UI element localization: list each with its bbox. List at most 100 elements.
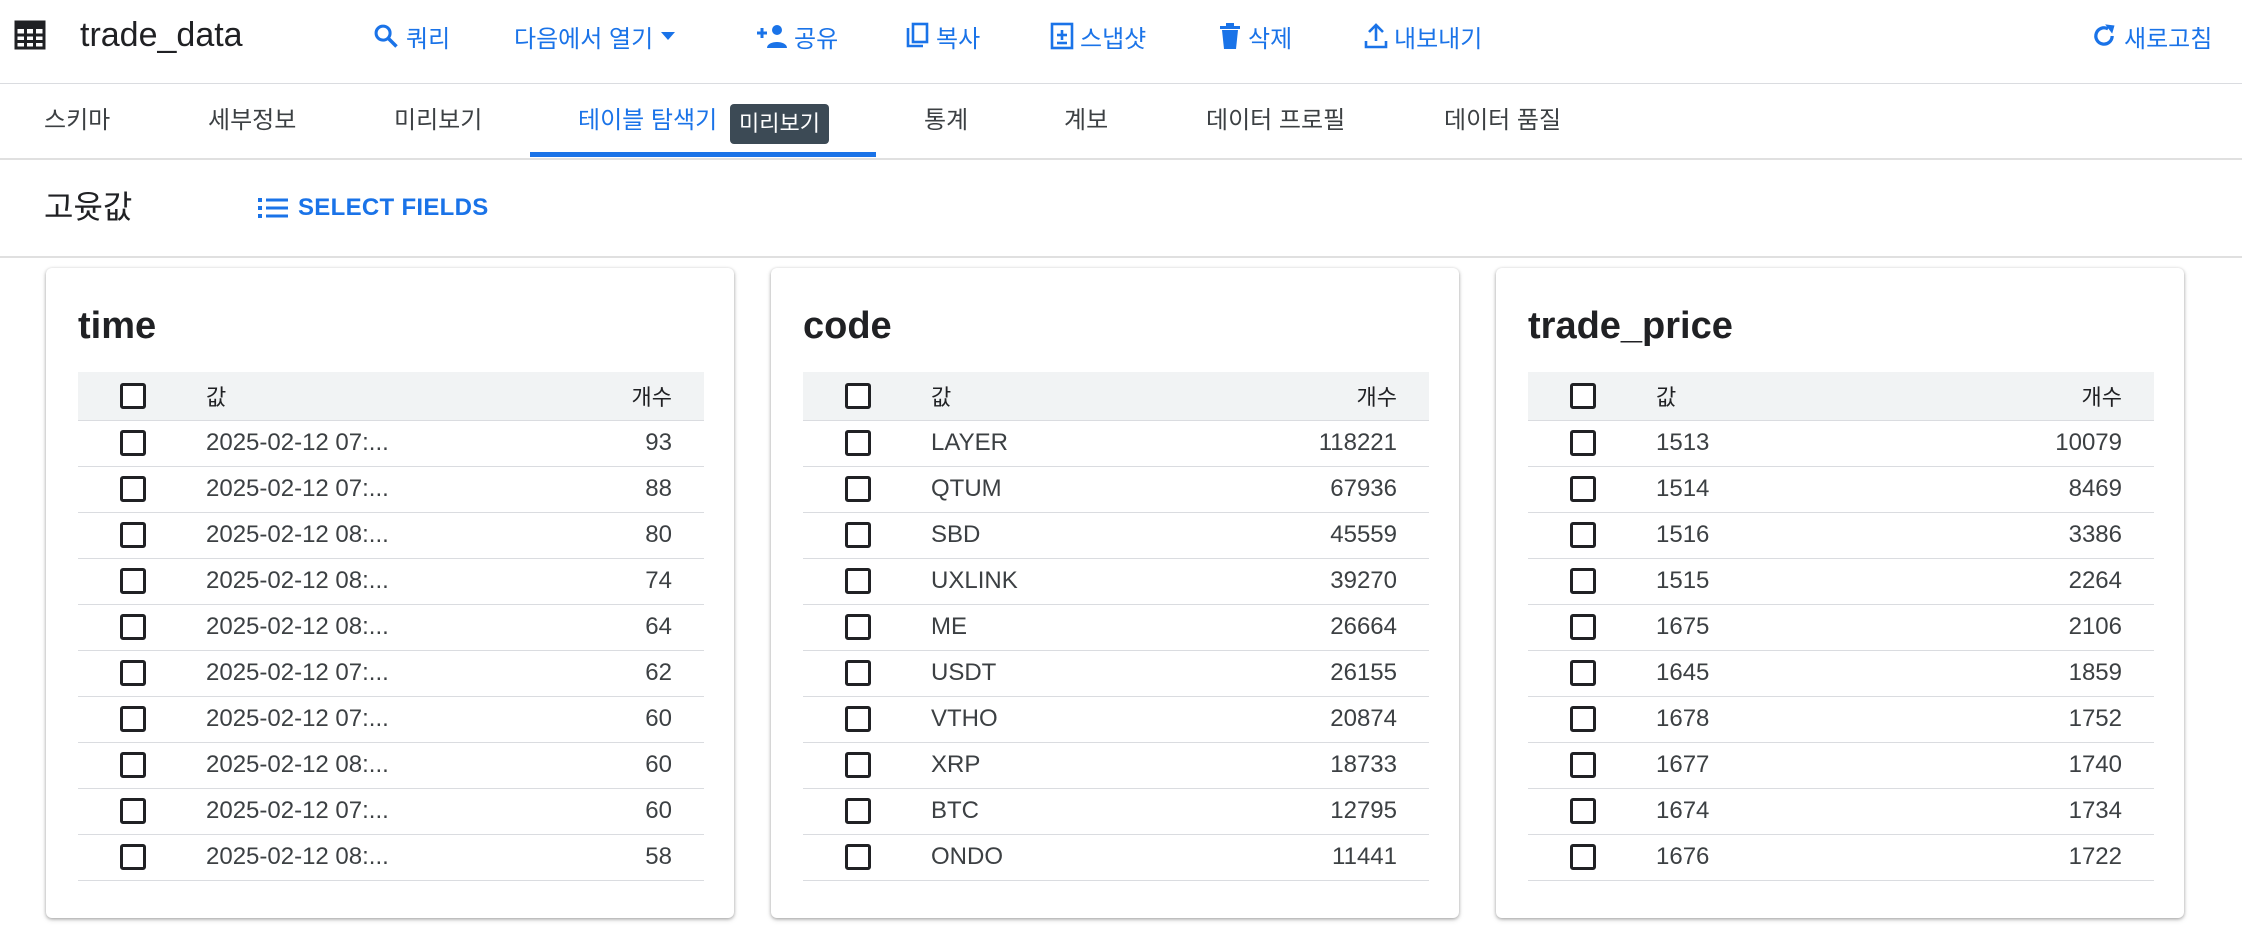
row-checkbox[interactable] <box>1570 568 1596 594</box>
row-checkbox[interactable] <box>845 522 871 548</box>
tab-lineage[interactable]: 계보 <box>1064 84 1108 158</box>
tab-details[interactable]: 세부정보 <box>208 84 296 158</box>
cell-count: 74 <box>512 558 704 605</box>
refresh-label: 새로고침 <box>2124 25 2213 53</box>
row-checkbox[interactable] <box>120 660 146 686</box>
row-checkbox[interactable] <box>845 476 871 502</box>
row-checkbox[interactable] <box>120 614 146 640</box>
table-row: BTC 12795 <box>803 788 1429 835</box>
upload-icon <box>1364 23 1388 49</box>
card-title: trade_price <box>1528 305 1733 347</box>
row-checkbox[interactable] <box>1570 844 1596 870</box>
cell-count: 26155 <box>1237 650 1429 697</box>
section-divider <box>0 256 2242 258</box>
cell-count: 1734 <box>1962 788 2154 835</box>
cell-value: 1513 <box>1640 420 1962 467</box>
table-row: 1678 1752 <box>1528 696 2154 743</box>
delete-button[interactable]: 삭제 <box>1218 14 1292 58</box>
page-title: trade_data <box>80 16 243 54</box>
table-row: VTHO 20874 <box>803 696 1429 743</box>
row-checkbox[interactable] <box>1570 706 1596 732</box>
row-checkbox[interactable] <box>1570 752 1596 778</box>
row-checkbox[interactable] <box>120 752 146 778</box>
select-all-checkbox[interactable] <box>845 382 871 409</box>
cell-value: ONDO <box>915 834 1237 881</box>
share-label: 공유 <box>794 25 839 53</box>
snapshot-button[interactable]: 스냅샷 <box>1050 14 1146 58</box>
cell-count: 62 <box>512 650 704 697</box>
cell-value: LAYER <box>915 420 1237 467</box>
person-add-icon <box>757 25 787 48</box>
share-button[interactable]: 공유 <box>756 14 838 58</box>
cell-count: 80 <box>512 512 704 559</box>
table-row: UXLINK 39270 <box>803 558 1429 605</box>
tab-statistics[interactable]: 통계 <box>924 84 968 158</box>
query-button[interactable]: 쿼리 <box>372 14 450 58</box>
caret-down-icon <box>661 32 676 40</box>
copy-button[interactable]: 복사 <box>906 14 980 58</box>
cell-value: 2025-02-12 08:... <box>190 834 512 881</box>
tab-data-profile[interactable]: 데이터 프로필 <box>1206 84 1345 158</box>
row-checkbox[interactable] <box>845 430 871 456</box>
open-in-button[interactable]: 다음에서 열기 <box>514 14 677 58</box>
row-checkbox[interactable] <box>1570 522 1596 548</box>
preview-badge: 미리보기 <box>730 104 829 144</box>
row-checkbox[interactable] <box>845 660 871 686</box>
row-checkbox[interactable] <box>1570 798 1596 824</box>
cell-value: 2025-02-12 08:... <box>190 558 512 605</box>
cell-count: 18733 <box>1237 742 1429 789</box>
table-row: SBD 45559 <box>803 512 1429 559</box>
row-checkbox[interactable] <box>120 430 146 456</box>
cell-value: 2025-02-12 08:... <box>190 604 512 651</box>
row-checkbox[interactable] <box>120 476 146 502</box>
row-checkbox[interactable] <box>845 568 871 594</box>
cell-value: 1674 <box>1640 788 1962 835</box>
row-checkbox[interactable] <box>1570 614 1596 640</box>
row-checkbox[interactable] <box>120 522 146 548</box>
row-checkbox[interactable] <box>1570 476 1596 502</box>
copy-icon <box>906 22 929 48</box>
table-row: 2025-02-12 07:... 88 <box>78 466 704 513</box>
cell-value: 2025-02-12 07:... <box>190 650 512 697</box>
row-checkbox[interactable] <box>120 798 146 824</box>
export-button[interactable]: 내보내기 <box>1364 14 1482 58</box>
row-checkbox[interactable] <box>120 568 146 594</box>
header-count: 개수 <box>1962 372 2154 421</box>
row-checkbox[interactable] <box>845 752 871 778</box>
row-checkbox[interactable] <box>845 798 871 824</box>
cell-count: 39270 <box>1237 558 1429 605</box>
table-row: 2025-02-12 08:... 80 <box>78 512 704 559</box>
tab-schema[interactable]: 스키마 <box>44 84 110 158</box>
tab-table-explorer[interactable]: 테이블 탐색기 <box>578 84 717 158</box>
cell-value: 2025-02-12 08:... <box>190 512 512 559</box>
cell-count: 67936 <box>1237 466 1429 513</box>
active-tab-indicator <box>530 152 876 157</box>
row-checkbox[interactable] <box>1570 660 1596 686</box>
select-all-checkbox[interactable] <box>1570 382 1596 409</box>
table-row: 1676 1722 <box>1528 834 2154 881</box>
row-checkbox[interactable] <box>120 844 146 870</box>
select-all-checkbox[interactable] <box>120 382 146 409</box>
table-header-row: 값 개수 <box>803 372 1429 421</box>
copy-label: 복사 <box>936 25 981 53</box>
cell-count: 1722 <box>1962 834 2154 881</box>
tab-data-quality[interactable]: 데이터 품질 <box>1444 84 1561 158</box>
search-icon <box>374 24 398 48</box>
select-fields-button[interactable]: SELECT FIELDS <box>258 190 489 226</box>
query-label: 쿼리 <box>406 25 451 53</box>
table-row: 1516 3386 <box>1528 512 2154 559</box>
table-row: 1674 1734 <box>1528 788 2154 835</box>
table-body: 1513 10079 1514 8469 1516 3386 1515 2264 1675 210… <box>1528 420 2154 881</box>
row-checkbox[interactable] <box>120 706 146 732</box>
cell-value: 1678 <box>1640 696 1962 743</box>
cell-count: 12795 <box>1237 788 1429 835</box>
row-checkbox[interactable] <box>845 844 871 870</box>
card-time: time 값 개수 2025-02-12 07:... 93 2025-02-12 … <box>46 268 734 918</box>
refresh-button[interactable]: 새로고침 <box>2090 14 2212 58</box>
cell-value: 1675 <box>1640 604 1962 651</box>
row-checkbox[interactable] <box>845 614 871 640</box>
value-table: 값 개수 1513 10079 1514 8469 1516 3386 1515 2264 16… <box>1528 372 2154 881</box>
row-checkbox[interactable] <box>845 706 871 732</box>
tab-preview[interactable]: 미리보기 <box>394 84 482 158</box>
row-checkbox[interactable] <box>1570 430 1596 456</box>
